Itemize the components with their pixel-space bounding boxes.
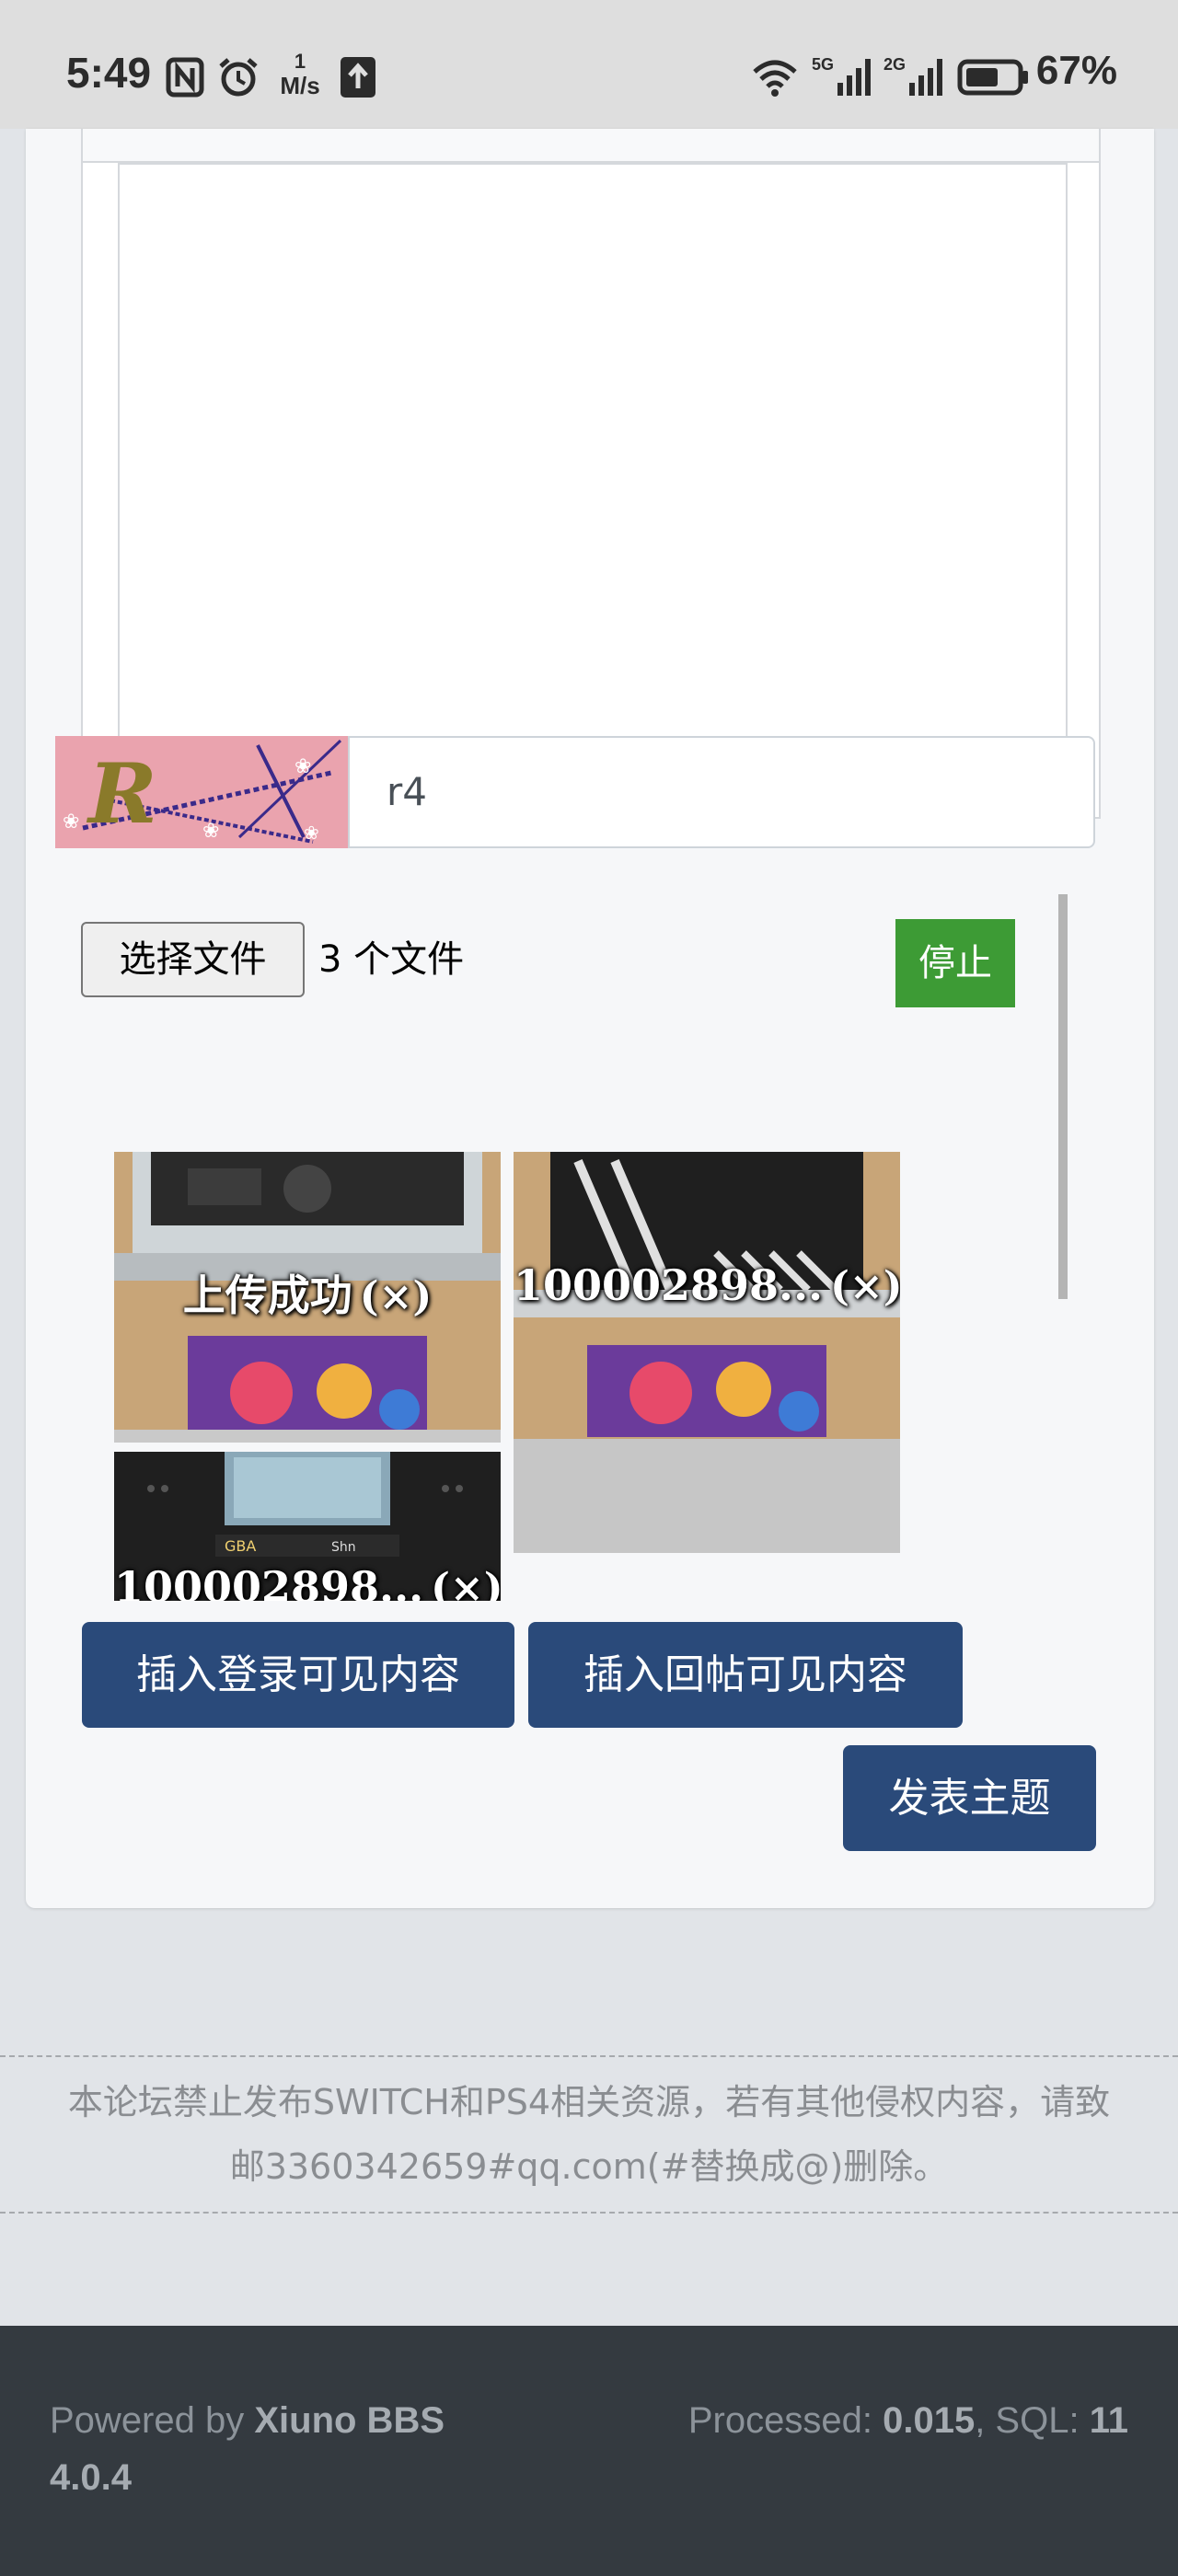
captcha-text: R A (88, 745, 194, 848)
svg-text:❀: ❀ (63, 811, 79, 834)
notice-line-1: 本论坛禁止发布SWITCH和PS4相关资源，若有其他侵权内容，请致 (67, 2082, 1111, 2122)
powered-by-link[interactable]: Xiuno BBS (254, 2400, 445, 2441)
file-count: 3 个文件 (318, 938, 465, 981)
thumbnail-image (514, 1152, 900, 1553)
remove-file-icon[interactable]: (×) (431, 1565, 501, 1601)
choose-file-button[interactable]: 选择文件 (81, 922, 305, 997)
alarm-icon (219, 58, 258, 97)
wifi-icon (753, 60, 797, 97)
upload-status-label: 上传成功 (×) (182, 1271, 433, 1320)
status-time: 5:49 (66, 49, 152, 97)
svg-text:GBA: GBA (225, 1537, 256, 1555)
nfc-icon (166, 57, 204, 98)
network-speed: 1 M/s (280, 50, 320, 100)
status-bar: 5:49 1 M/s 5G 2G 67% (0, 0, 1178, 129)
upload-thumbnail: GBA Shn 100002898... (×) (114, 1452, 501, 1601)
copyright-notice: 本论坛禁止发布SWITCH和PS4相关资源，若有其他侵权内容，请致 邮33603… (0, 2055, 1178, 2214)
battery-percentage: 67% (1035, 48, 1117, 93)
svg-text:5G: 5G (812, 55, 834, 74)
upload-file-label: 100002898... (×) (514, 1260, 900, 1310)
signal-5g-icon: 5G (812, 55, 871, 96)
editor-container (81, 129, 1101, 819)
svg-text:2G: 2G (884, 55, 906, 74)
signal-2g-icon: 2G (884, 55, 942, 96)
upload-icon (341, 57, 375, 98)
stop-upload-button[interactable]: 停止 (895, 919, 1015, 1007)
insert-reply-visible-button[interactable]: 插入回帖可见内容 (528, 1622, 963, 1728)
remove-file-icon[interactable]: (×) (830, 1263, 900, 1310)
battery-icon (957, 59, 1028, 96)
footer-version: 4.0.4 (50, 2457, 132, 2498)
editor-toolbar (83, 129, 1099, 163)
notice-line-2: 邮3360342659#qq.com(#替换成@)删除。 (229, 2146, 949, 2187)
captcha-image[interactable]: ❀ ❀ ❀ ❀ R A (55, 736, 348, 848)
footer: Powered by Xiuno BBS 4.0.4 Processed: 0.… (0, 2326, 1178, 2576)
footer-powered-by: Powered by Xiuno BBS 4.0.4 (50, 2400, 445, 2498)
upload-file-label: 100002898... (×) (114, 1562, 501, 1601)
upload-thumbnail: 100002898... (×) (514, 1152, 900, 1553)
editor-content-area[interactable] (118, 163, 1068, 779)
insert-login-visible-button[interactable]: 插入登录可见内容 (82, 1622, 514, 1728)
upload-thumbnail: 上传成功 (×) (114, 1152, 501, 1443)
svg-text:Shn: Shn (331, 1540, 356, 1555)
footer-stats: Processed: 0.015, SQL: 11 (687, 2400, 1128, 2441)
captcha-input[interactable]: r4 (348, 736, 1095, 848)
upload-scrollbar[interactable] (1058, 894, 1068, 1299)
publish-topic-button[interactable]: 发表主题 (843, 1745, 1096, 1851)
remove-file-icon[interactable]: (×) (360, 1273, 433, 1320)
